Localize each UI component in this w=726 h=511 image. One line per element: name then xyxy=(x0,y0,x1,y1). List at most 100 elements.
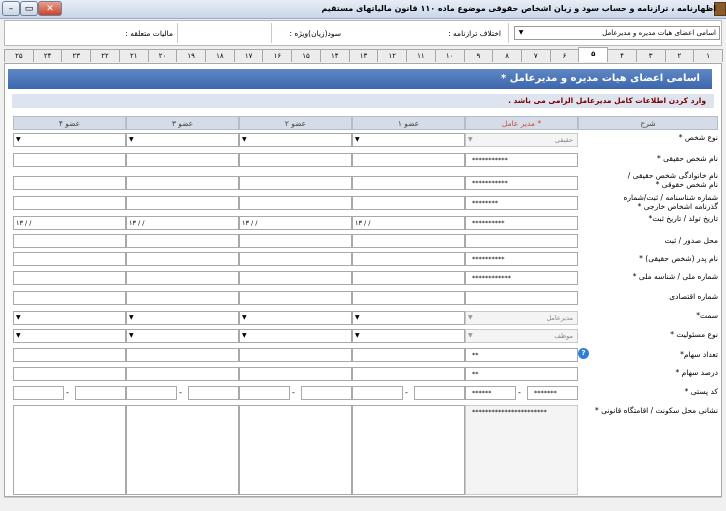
family-ozv4-input[interactable] xyxy=(13,176,126,190)
tarikh-ozv2-input[interactable]: ۱۳ / / xyxy=(239,216,352,230)
tab-7[interactable]: ۷ xyxy=(520,49,551,62)
codeposti-ozv1-part1[interactable] xyxy=(414,386,465,400)
tab-5[interactable]: ۵ xyxy=(578,47,609,62)
tedad-ozv2-input[interactable] xyxy=(239,348,352,362)
tab-18[interactable]: ۱۸ xyxy=(205,49,235,62)
family-modir-input[interactable]: *********** xyxy=(465,176,578,190)
noe-shakhs-ozv1-select[interactable]: ▼ xyxy=(352,133,465,147)
tab-11[interactable]: ۱۱ xyxy=(406,49,436,62)
semat-ozv2-select[interactable]: ▼ xyxy=(239,311,352,325)
horizontal-scrollbar[interactable] xyxy=(4,497,722,510)
semat-modir-select[interactable]: ▼ مدیرعامل xyxy=(465,311,578,325)
codeposti-modir-part1[interactable]: ******* xyxy=(527,386,578,400)
pedar-ozv4-input[interactable] xyxy=(13,252,126,266)
name-ozv4-input[interactable] xyxy=(13,153,126,167)
family-ozv3-input[interactable] xyxy=(126,176,239,190)
shenas-ozv1-input[interactable] xyxy=(352,196,465,210)
tab-22[interactable]: ۲۲ xyxy=(90,49,120,62)
melli-ozv4-input[interactable] xyxy=(13,271,126,285)
help-icon[interactable]: ? xyxy=(578,348,589,359)
tab-23[interactable]: ۲۳ xyxy=(61,49,92,62)
mahal-modir-input[interactable] xyxy=(465,234,578,248)
neshani-ozv2-textarea[interactable] xyxy=(239,405,352,495)
tab-14[interactable]: ۱۴ xyxy=(319,49,350,62)
eghtesadi-ozv1-input[interactable] xyxy=(352,291,465,305)
eghtesadi-ozv2-input[interactable] xyxy=(239,291,352,305)
codeposti-ozv3-part1[interactable] xyxy=(188,386,239,400)
semat-ozv1-select[interactable]: ▼ xyxy=(352,311,465,325)
semat-ozv3-select[interactable]: ▼ xyxy=(126,311,239,325)
codeposti-ozv4-part2[interactable] xyxy=(13,386,64,400)
codeposti-ozv3-part2[interactable] xyxy=(126,386,177,400)
tedad-ozv3-input[interactable] xyxy=(126,348,239,362)
mahal-ozv4-input[interactable] xyxy=(13,234,126,248)
codeposti-modir-part2[interactable]: ****** xyxy=(465,386,516,400)
melli-ozv2-input[interactable] xyxy=(239,271,352,285)
masouliat-ozv2-select[interactable]: ▼ xyxy=(239,329,352,343)
neshani-modir-textarea[interactable]: *********************** xyxy=(465,405,578,495)
codeposti-ozv1-part2[interactable] xyxy=(352,386,403,400)
codeposti-ozv4-part1[interactable] xyxy=(75,386,126,400)
codeposti-ozv2-part1[interactable] xyxy=(301,386,352,400)
darsad-ozv4-input[interactable] xyxy=(13,367,126,381)
shenas-modir-input[interactable]: ******** xyxy=(465,196,578,210)
darsad-ozv1-input[interactable] xyxy=(352,367,465,381)
family-ozv2-input[interactable] xyxy=(239,176,352,190)
semat-ozv4-select[interactable]: ▼ xyxy=(13,311,126,325)
masouliat-modir-select[interactable]: ▼ موظف xyxy=(465,329,578,343)
pedar-modir-input[interactable]: ********** xyxy=(465,252,578,266)
shenas-ozv2-input[interactable] xyxy=(239,196,352,210)
melli-ozv3-input[interactable] xyxy=(126,271,239,285)
eghtesadi-modir-input[interactable] xyxy=(465,291,578,305)
name-ozv3-input[interactable] xyxy=(126,153,239,167)
mahal-ozv2-input[interactable] xyxy=(239,234,352,248)
tarikh-modir-input[interactable]: ********** xyxy=(465,216,578,230)
neshani-ozv4-textarea[interactable] xyxy=(13,405,126,495)
noe-shakhs-modir-select[interactable]: ▼ حقیقی xyxy=(465,133,578,147)
melli-ozv1-input[interactable] xyxy=(352,271,465,285)
tab-6[interactable]: ۶ xyxy=(549,49,580,62)
mahal-ozv3-input[interactable] xyxy=(126,234,239,248)
tab-10[interactable]: ۱۰ xyxy=(434,49,465,62)
tab-3[interactable]: ۳ xyxy=(635,49,666,62)
tab-15[interactable]: ۱۵ xyxy=(291,49,321,62)
name-modir-input[interactable]: *********** xyxy=(465,153,578,167)
name-ozv2-input[interactable] xyxy=(239,153,352,167)
tab-2[interactable]: ۲ xyxy=(664,49,695,62)
mahal-ozv1-input[interactable] xyxy=(352,234,465,248)
masouliat-ozv4-select[interactable]: ▼ xyxy=(13,329,126,343)
name-ozv1-input[interactable] xyxy=(352,153,465,167)
section-select[interactable]: اسامی اعضای هیات مدیره و مدیرعامل ▼ xyxy=(514,26,720,40)
shenas-ozv4-input[interactable] xyxy=(13,196,126,210)
tab-17[interactable]: ۱۷ xyxy=(233,49,264,62)
codeposti-ozv2-part2[interactable] xyxy=(239,386,290,400)
tarikh-ozv3-input[interactable]: ۱۳ / / xyxy=(126,216,239,230)
tedad-ozv4-input[interactable] xyxy=(13,348,126,362)
pedar-ozv3-input[interactable] xyxy=(126,252,239,266)
tab-4[interactable]: ۴ xyxy=(607,49,637,62)
minimize-icon[interactable]: – xyxy=(2,1,20,16)
neshani-ozv1-textarea[interactable] xyxy=(352,405,465,495)
close-icon[interactable]: ✕ xyxy=(38,1,62,16)
tab-25[interactable]: ۲۵ xyxy=(4,49,34,62)
tab-8[interactable]: ۸ xyxy=(492,49,522,62)
tarikh-ozv4-input[interactable]: ۱۳ / / xyxy=(13,216,126,230)
tab-16[interactable]: ۱۶ xyxy=(262,49,293,62)
tab-21[interactable]: ۲۱ xyxy=(118,49,149,62)
noe-shakhs-ozv2-select[interactable]: ▼ xyxy=(239,133,352,147)
darsad-ozv2-input[interactable] xyxy=(239,367,352,381)
shenas-ozv3-input[interactable] xyxy=(126,196,239,210)
tedad-ozv1-input[interactable] xyxy=(352,348,465,362)
tab-19[interactable]: ۱۹ xyxy=(176,49,207,62)
family-ozv1-input[interactable] xyxy=(352,176,465,190)
tedad-modir-input[interactable]: ** xyxy=(465,348,578,362)
pedar-ozv2-input[interactable] xyxy=(239,252,352,266)
noe-shakhs-ozv4-select[interactable]: ▼ xyxy=(13,133,126,147)
masouliat-ozv1-select[interactable]: ▼ xyxy=(352,329,465,343)
masouliat-ozv3-select[interactable]: ▼ xyxy=(126,329,239,343)
melli-modir-input[interactable]: ************ xyxy=(465,271,578,285)
darsad-modir-input[interactable]: ** xyxy=(465,367,578,381)
tab-13[interactable]: ۱۳ xyxy=(348,49,379,62)
eghtesadi-ozv3-input[interactable] xyxy=(126,291,239,305)
tab-24[interactable]: ۲۴ xyxy=(32,49,63,62)
